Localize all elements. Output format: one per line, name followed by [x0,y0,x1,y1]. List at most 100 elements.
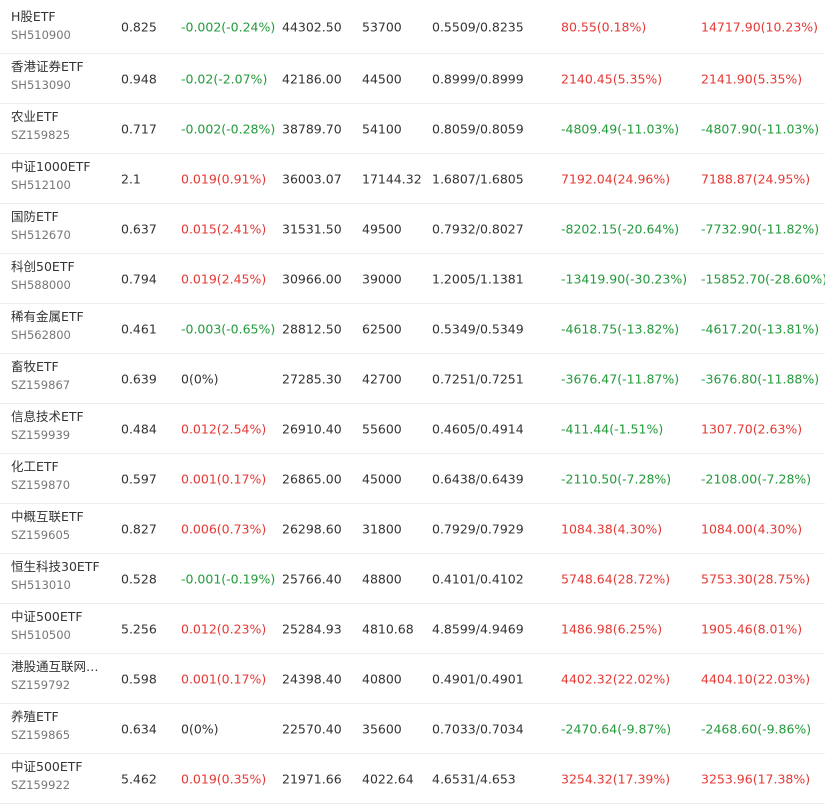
flow-change-cell: -2110.50(-7.28%) [561,471,672,486]
flow-change-alt-cell: 14717.90(10.23%) [701,19,819,34]
etf-name-cell[interactable]: 农业ETF SZ159825 [11,108,111,143]
volume-cell: 48800 [362,571,402,586]
etf-name-link[interactable]: 畜牧ETF [11,358,111,376]
flow-change-cell: -411.44(-1.51%) [561,421,664,436]
etf-name-link[interactable]: 养殖ETF [11,708,111,726]
flow-change-cell: 1084.38(4.30%) [561,521,663,536]
etf-name-cell[interactable]: 畜牧ETF SZ159867 [11,358,111,393]
etf-name-link[interactable]: 港股通互联网… [11,658,111,676]
flow-change-cell: -13419.90(-30.23%) [561,271,688,286]
etf-name-cell[interactable]: 恒生科技30ETF SH513010 [11,558,111,593]
etf-name-link[interactable]: H股ETF [11,8,111,26]
etf-code: SZ159939 [11,428,71,442]
etf-name-cell[interactable]: 养殖ETF SZ159865 [11,708,111,743]
volume-cell: 55600 [362,421,402,436]
change-cell: -0.002(-0.24%) [181,19,276,34]
amount-cell: 28812.50 [282,321,342,336]
etf-name-cell[interactable]: 港股通互联网… SZ159792 [11,658,111,693]
amount-cell: 38789.70 [282,121,342,136]
amount-cell: 31531.50 [282,221,342,236]
volume-cell: 62500 [362,321,402,336]
bid-ask-cell: 1.6807/1.6805 [432,171,524,186]
bid-ask-cell: 4.8599/4.9469 [432,621,524,636]
table-row[interactable]: H股ETF SH510900 0.825 -0.002(-0.24%) 44302.50… [0,0,825,54]
etf-name-link[interactable]: 中证1000ETF [11,158,111,176]
etf-name-cell[interactable]: 香港证券ETF SH513090 [11,58,111,93]
table-row[interactable]: 港股通互联网… SZ159792 0.598 0.001(0.17%) 24398.40… [0,654,825,704]
table-row[interactable]: 中证500ETF SZ159922 5.462 0.019(0.35%) 21971.6… [0,754,825,804]
price-cell: 0.637 [121,221,157,236]
table-row[interactable]: 农业ETF SZ159825 0.717 -0.002(-0.28%) 38789.70… [0,104,825,154]
etf-name-cell[interactable]: H股ETF SH510900 [11,8,111,43]
amount-cell: 36003.07 [282,171,342,186]
bid-ask-cell: 0.4901/0.4901 [432,671,524,686]
etf-name-link[interactable]: 国防ETF [11,208,111,226]
table-row[interactable]: 中概互联ETF SZ159605 0.827 0.006(0.73%) 26298.60… [0,504,825,554]
etf-name-cell[interactable]: 中证500ETF SZ159922 [11,758,111,793]
change-cell: 0.019(2.45%) [181,271,267,286]
etf-name-link[interactable]: 中证500ETF [11,758,111,776]
etf-name-link[interactable]: 稀有金属ETF [11,308,111,326]
etf-name-link[interactable]: 中概互联ETF [11,508,111,526]
table-row[interactable]: 稀有金属ETF SH562800 0.461 -0.003(-0.65%) 28812.… [0,304,825,354]
etf-name-link[interactable]: 中证500ETF [11,608,111,626]
table-row[interactable]: 国防ETF SH512670 0.637 0.015(2.41%) 31531.50 49… [0,204,825,254]
etf-name-cell[interactable]: 稀有金属ETF SH562800 [11,308,111,343]
etf-name-cell[interactable]: 中证1000ETF SH512100 [11,158,111,193]
etf-code: SH588000 [11,278,71,292]
volume-cell: 4810.68 [362,621,414,636]
volume-cell: 31800 [362,521,402,536]
amount-cell: 30966.00 [282,271,342,286]
table-row[interactable]: 化工ETF SZ159870 0.597 0.001(0.17%) 26865.00 45… [0,454,825,504]
flow-change-alt-cell: -2468.60(-9.86%) [701,721,812,736]
etf-name-cell[interactable]: 国防ETF SH512670 [11,208,111,243]
amount-cell: 44302.50 [282,19,342,34]
flow-change-alt-cell: -3676.80(-11.88%) [701,371,820,386]
table-row[interactable]: 养殖ETF SZ159865 0.634 0(0%) 22570.40 35600 0.70… [0,704,825,754]
etf-name-link[interactable]: 信息技术ETF [11,408,111,426]
table-row[interactable]: 科创50ETF SH588000 0.794 0.019(2.45%) 30966.00… [0,254,825,304]
etf-name-cell[interactable]: 中概互联ETF SZ159605 [11,508,111,543]
table-row[interactable]: 畜牧ETF SZ159867 0.639 0(0%) 27285.30 42700 0.72… [0,354,825,404]
volume-cell: 40800 [362,671,402,686]
etf-name-link[interactable]: 香港证券ETF [11,58,111,76]
etf-name-cell[interactable]: 信息技术ETF SZ159939 [11,408,111,443]
etf-name-cell[interactable]: 化工ETF SZ159870 [11,458,111,493]
etf-name-link[interactable]: 恒生科技30ETF [11,558,111,576]
price-cell: 0.717 [121,121,157,136]
table-row[interactable]: 信息技术ETF SZ159939 0.484 0.012(2.54%) 26910.40… [0,404,825,454]
flow-change-cell: 80.55(0.18%) [561,19,647,34]
volume-cell: 53700 [362,19,402,34]
etf-name-cell[interactable]: 中证500ETF SH510500 [11,608,111,643]
etf-code: SZ159605 [11,528,71,542]
bid-ask-cell: 0.4101/0.4102 [432,571,524,586]
change-cell: -0.001(-0.19%) [181,571,276,586]
flow-change-cell: -4809.49(-11.03%) [561,121,680,136]
change-cell: 0.015(2.41%) [181,221,267,236]
table-row[interactable]: 香港证券ETF SH513090 0.948 -0.02(-2.07%) 42186.0… [0,54,825,104]
flow-change-cell: -3676.47(-11.87%) [561,371,680,386]
price-cell: 0.597 [121,471,157,486]
bid-ask-cell: 0.4605/0.4914 [432,421,524,436]
etf-name-link[interactable]: 科创50ETF [11,258,111,276]
change-cell: 0.001(0.17%) [181,671,267,686]
etf-name-link[interactable]: 化工ETF [11,458,111,476]
bid-ask-cell: 4.6531/4.653 [432,771,516,786]
price-cell: 2.1 [121,171,141,186]
flow-change-cell: -8202.15(-20.64%) [561,221,680,236]
etf-name-cell[interactable]: 科创50ETF SH588000 [11,258,111,293]
etf-name-link[interactable]: 农业ETF [11,108,111,126]
flow-change-cell: 7192.04(24.96%) [561,171,671,186]
table-row[interactable]: 中证500ETF SH510500 5.256 0.012(0.23%) 25284.9… [0,604,825,654]
volume-cell: 4022.64 [362,771,414,786]
flow-change-alt-cell: 1307.70(2.63%) [701,421,803,436]
etf-code: SZ159922 [11,778,71,792]
change-cell: 0.006(0.73%) [181,521,267,536]
volume-cell: 35600 [362,721,402,736]
table-row[interactable]: 中证1000ETF SH512100 2.1 0.019(0.91%) 36003.07… [0,154,825,204]
table-row[interactable]: 恒生科技30ETF SH513010 0.528 -0.001(-0.19%) 2576… [0,554,825,604]
change-cell: -0.002(-0.28%) [181,121,276,136]
amount-cell: 26298.60 [282,521,342,536]
volume-cell: 17144.32 [362,171,422,186]
etf-code: SH512670 [11,228,71,242]
